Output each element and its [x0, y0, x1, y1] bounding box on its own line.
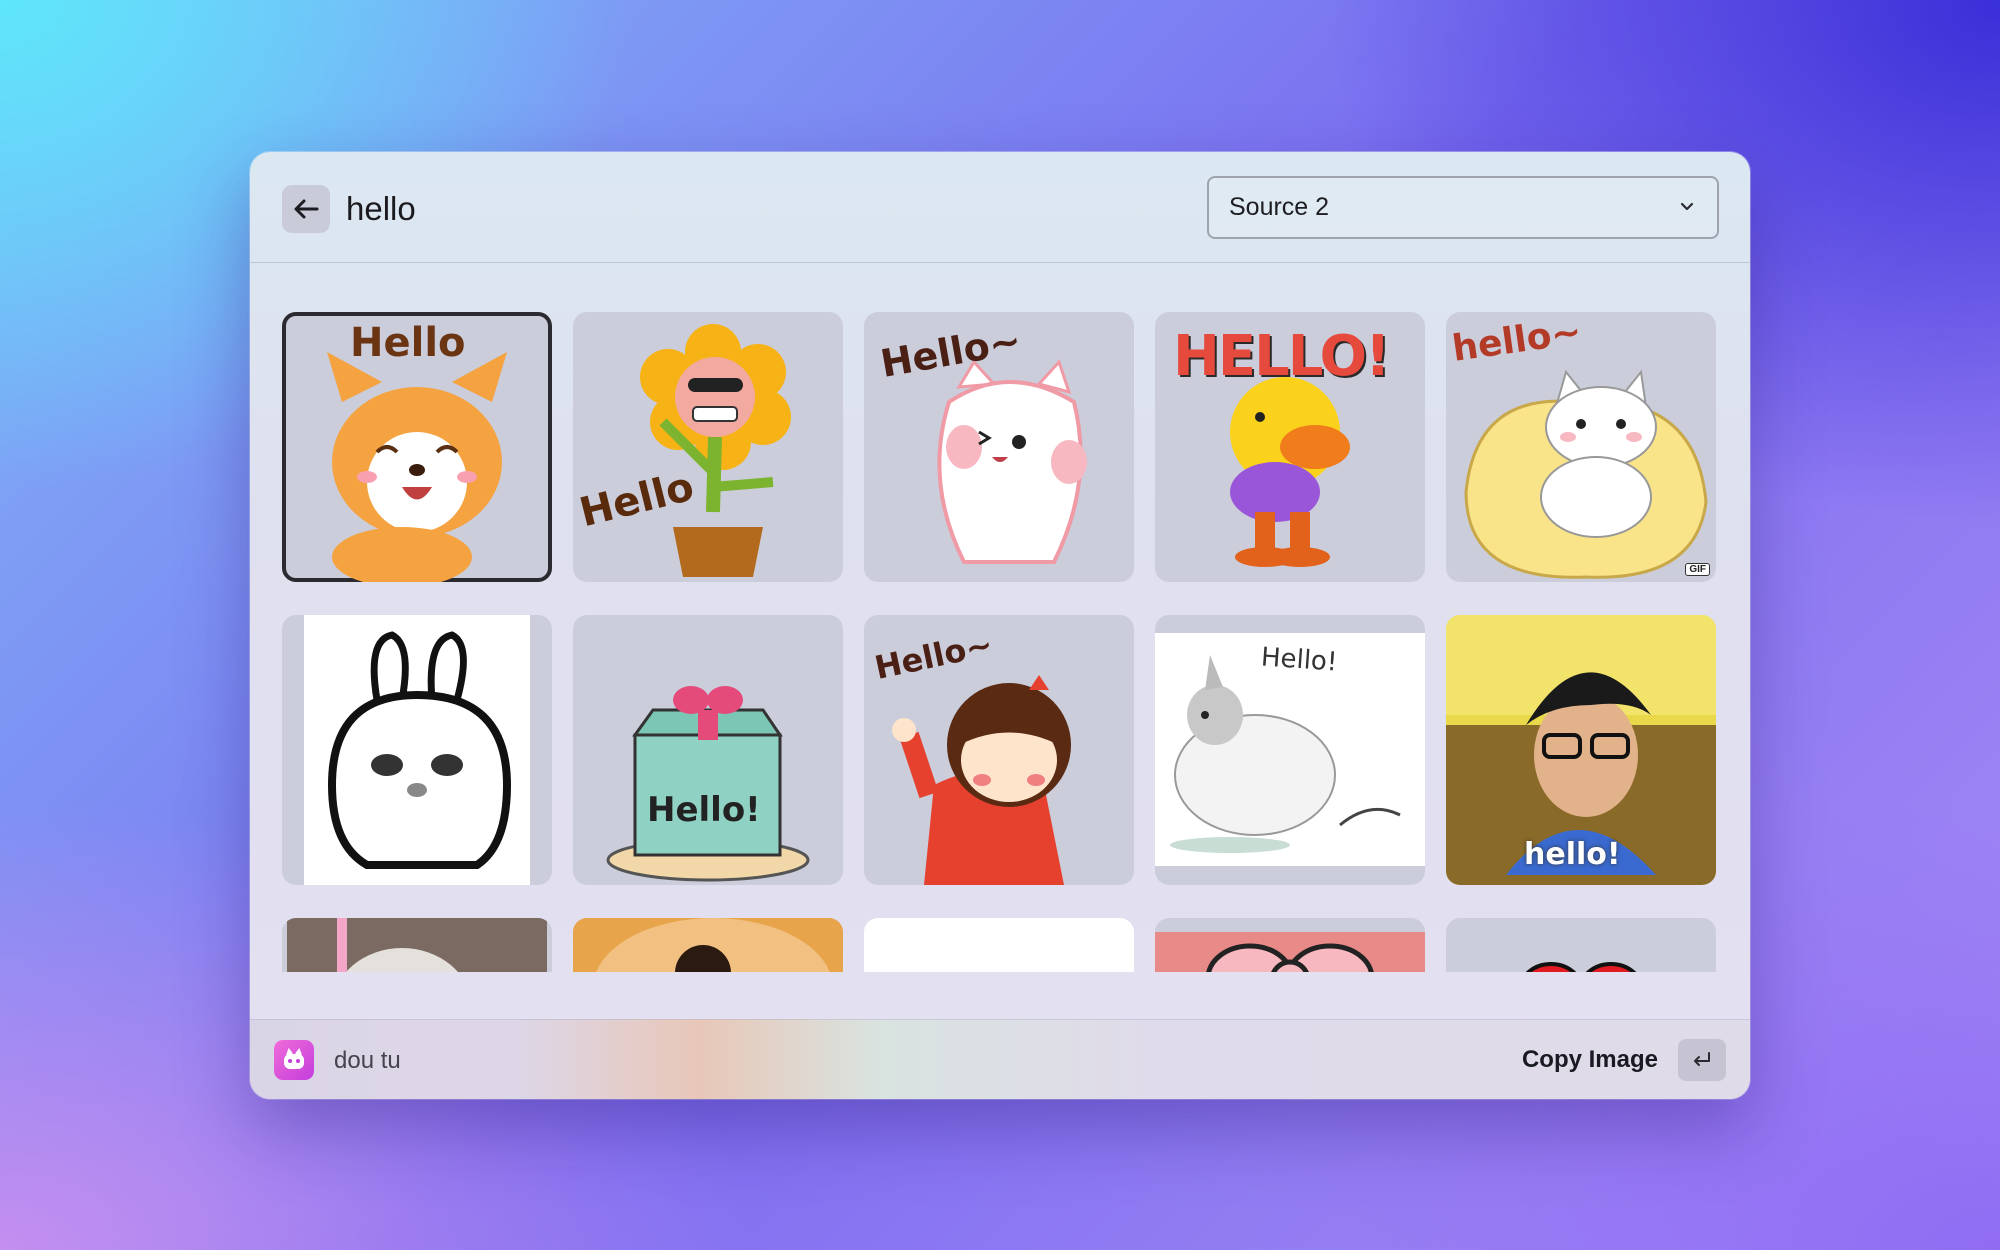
source-dropdown-value: Source 2	[1229, 193, 1330, 221]
result-tile-white-cat[interactable]: Hello~	[864, 312, 1134, 582]
result-tile-duck[interactable]: HELLO!	[1155, 312, 1425, 582]
arrow-left-icon	[294, 199, 319, 219]
old-man-photo	[287, 918, 547, 972]
hello-kitty-bow-sticker	[1525, 962, 1637, 972]
bunny-pixel-sticker	[304, 615, 530, 885]
tile-caption: Hello!	[647, 790, 761, 830]
enter-key-button[interactable]	[1678, 1039, 1726, 1081]
tile-caption: Hello	[904, 962, 1056, 972]
result-tile-old-man[interactable]	[282, 918, 552, 972]
action-bar: dou tu Copy Image	[250, 1019, 1750, 1099]
result-tile-gift-box[interactable]: Hello!	[573, 615, 843, 885]
gif-badge: GIF	[1685, 563, 1710, 576]
results-grid: Hello Hello Hello~ HELLO! hello~ GIF Hel…	[282, 312, 1718, 972]
tile-caption: Hello!	[1260, 642, 1339, 678]
search-input[interactable]: hello	[346, 188, 416, 230]
chevron-down-icon	[1680, 202, 1694, 211]
result-tile-gray-rabbit[interactable]: Hello!	[1155, 615, 1425, 885]
result-tile-corgi[interactable]: Hello	[282, 312, 552, 582]
tile-caption: hello!	[1524, 837, 1621, 872]
result-tile-cat-beanbag[interactable]: hello~ GIF	[1446, 312, 1716, 582]
result-tile-orange-cat[interactable]	[573, 918, 843, 972]
dou-tu-app-icon	[274, 1040, 314, 1080]
tile-caption: Hello	[350, 320, 466, 366]
dou-tu-window: hello Source 2 Hello Hello Hello~ HELLO!…	[250, 152, 1750, 1099]
return-key-icon	[1694, 1052, 1710, 1066]
result-tile-hello-kitty-bow[interactable]	[1446, 918, 1716, 972]
pink-bow-sticker	[1155, 932, 1425, 972]
result-tile-bow-pink[interactable]	[1155, 918, 1425, 972]
result-tile-hello-text[interactable]: Hello	[864, 918, 1134, 972]
orange-cat-photo	[573, 918, 843, 972]
source-dropdown[interactable]: Source 2	[1207, 176, 1719, 239]
result-tile-man-glasses[interactable]: hello!	[1446, 615, 1716, 885]
flower-sticker	[640, 324, 791, 577]
app-name: dou tu	[334, 1047, 401, 1074]
result-tile-girl-waving[interactable]: Hello~	[864, 615, 1134, 885]
tile-caption: HELLO!	[1173, 324, 1391, 389]
app-face-icon	[284, 1048, 304, 1069]
back-button[interactable]	[282, 185, 330, 233]
copy-image-action[interactable]: Copy Image	[1522, 1046, 1658, 1074]
result-tile-bunny-pixel[interactable]	[282, 615, 552, 885]
result-tile-flower[interactable]: Hello	[573, 312, 843, 582]
gift-box-sticker	[606, 686, 810, 882]
search-header: hello Source 2	[250, 152, 1750, 263]
